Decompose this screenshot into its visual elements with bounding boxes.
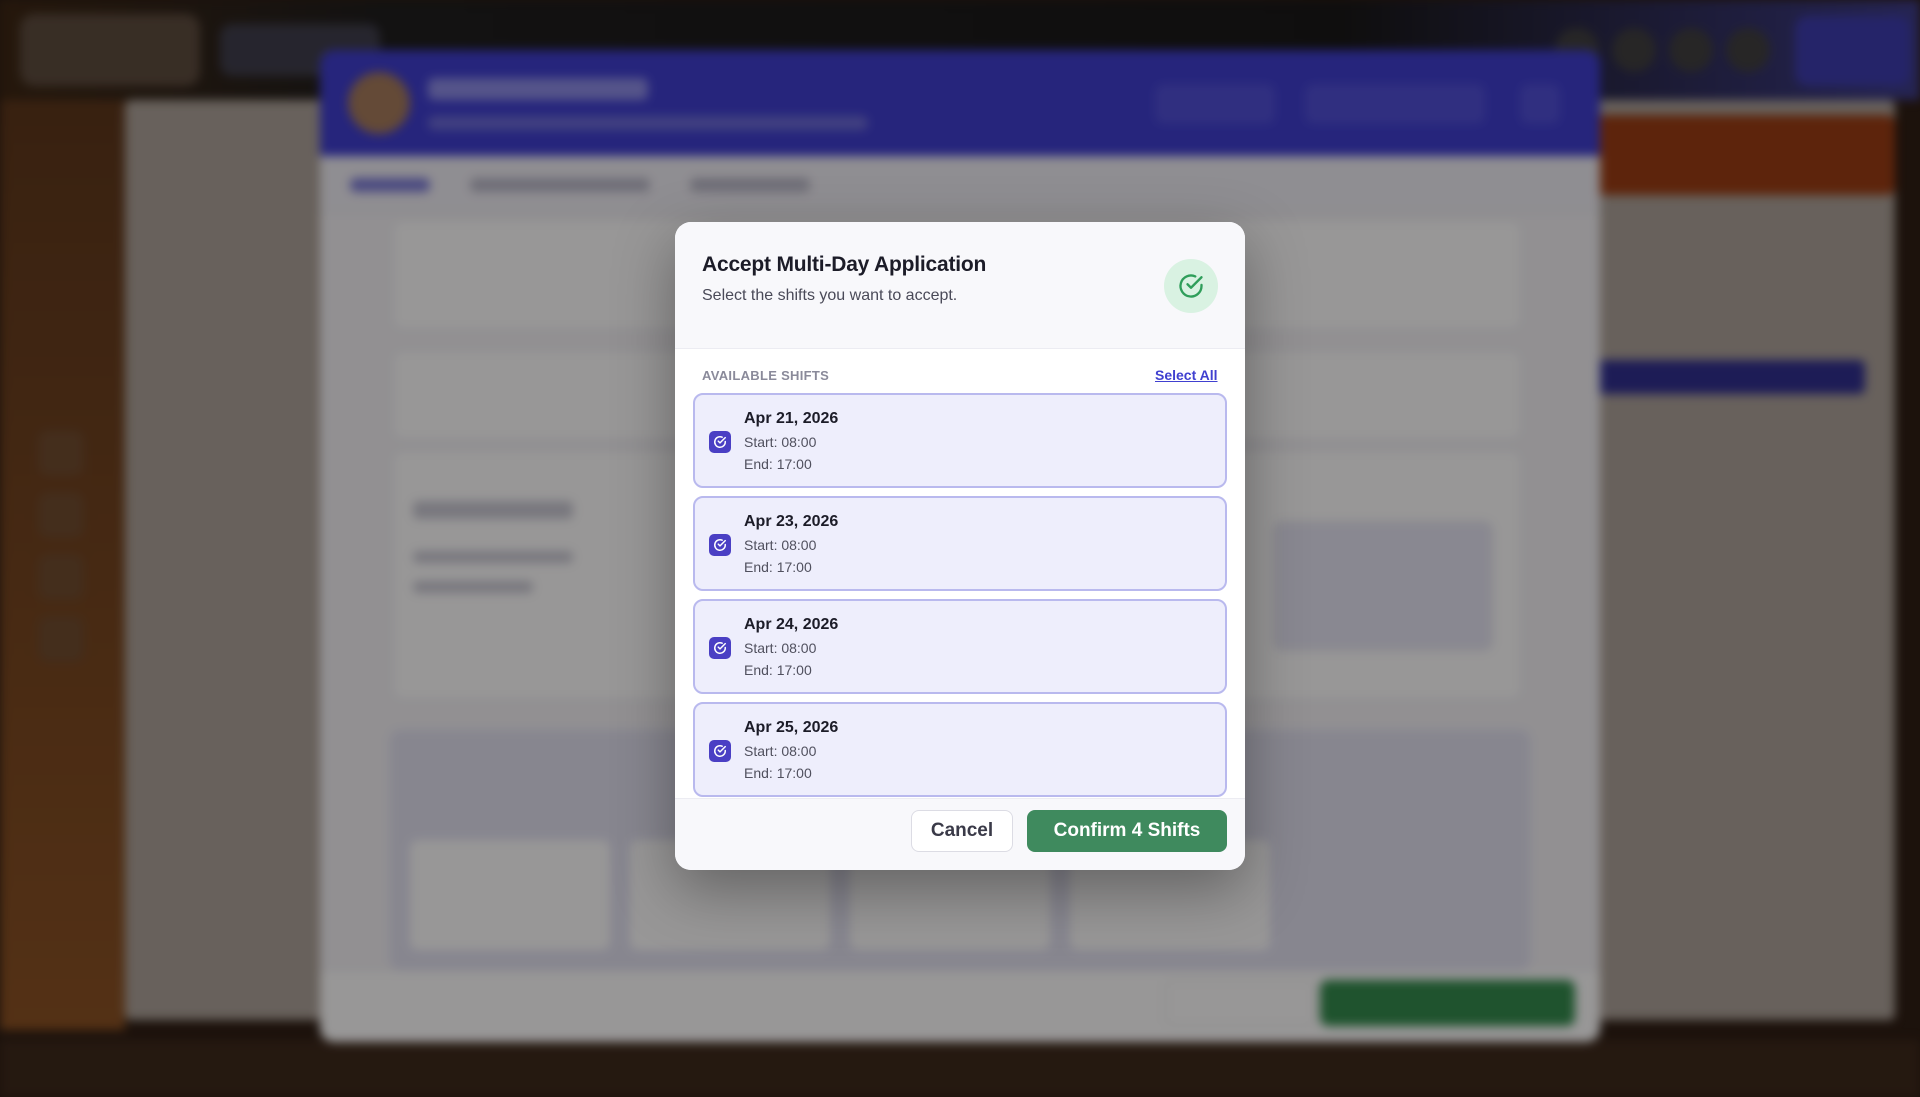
shift-option[interactable]: Apr 24, 2026 Start: 08:00 End: 17:00 bbox=[693, 599, 1227, 694]
confirm-shifts-button[interactable]: Confirm 4 Shifts bbox=[1027, 810, 1227, 852]
check-circle-icon bbox=[1164, 259, 1218, 313]
shift-option[interactable]: Apr 21, 2026 Start: 08:00 End: 17:00 bbox=[693, 393, 1227, 488]
shift-end-time: End: 17:00 bbox=[744, 559, 812, 575]
shift-date: Apr 24, 2026 bbox=[744, 616, 839, 633]
checkbox-checked-icon[interactable] bbox=[709, 431, 731, 453]
shift-start-time: Start: 08:00 bbox=[744, 640, 817, 656]
shift-date: Apr 25, 2026 bbox=[744, 719, 839, 736]
shift-end-time: End: 17:00 bbox=[744, 456, 812, 472]
dialog-footer: Cancel Confirm 4 Shifts bbox=[675, 798, 1245, 870]
select-all-link[interactable]: Select All bbox=[1155, 367, 1218, 383]
shift-list[interactable]: Apr 21, 2026 Start: 08:00 End: 17:00 Apr… bbox=[693, 393, 1227, 798]
shift-end-time: End: 17:00 bbox=[744, 662, 812, 678]
shift-date: Apr 21, 2026 bbox=[744, 410, 839, 427]
shift-option[interactable]: Apr 23, 2026 Start: 08:00 End: 17:00 bbox=[693, 496, 1227, 591]
available-shifts-label: AVAILABLE SHIFTS bbox=[702, 368, 830, 383]
shift-start-time: Start: 08:00 bbox=[744, 434, 817, 450]
shift-date: Apr 23, 2026 bbox=[744, 513, 839, 530]
checkbox-checked-icon[interactable] bbox=[709, 637, 731, 659]
shift-start-time: Start: 08:00 bbox=[744, 743, 817, 759]
dialog-title: Accept Multi-Day Application bbox=[702, 253, 987, 276]
dialog-subtitle: Select the shifts you want to accept. bbox=[702, 287, 958, 304]
cancel-button[interactable]: Cancel bbox=[911, 810, 1013, 852]
checkbox-checked-icon[interactable] bbox=[709, 534, 731, 556]
checkbox-checked-icon[interactable] bbox=[709, 740, 731, 762]
dialog-header: Accept Multi-Day Application Select the … bbox=[675, 222, 1245, 349]
shift-option[interactable]: Apr 25, 2026 Start: 08:00 End: 17:00 bbox=[693, 702, 1227, 797]
shift-start-time: Start: 08:00 bbox=[744, 537, 817, 553]
accept-multi-day-dialog: Accept Multi-Day Application Select the … bbox=[675, 222, 1245, 870]
shift-end-time: End: 17:00 bbox=[744, 765, 812, 781]
